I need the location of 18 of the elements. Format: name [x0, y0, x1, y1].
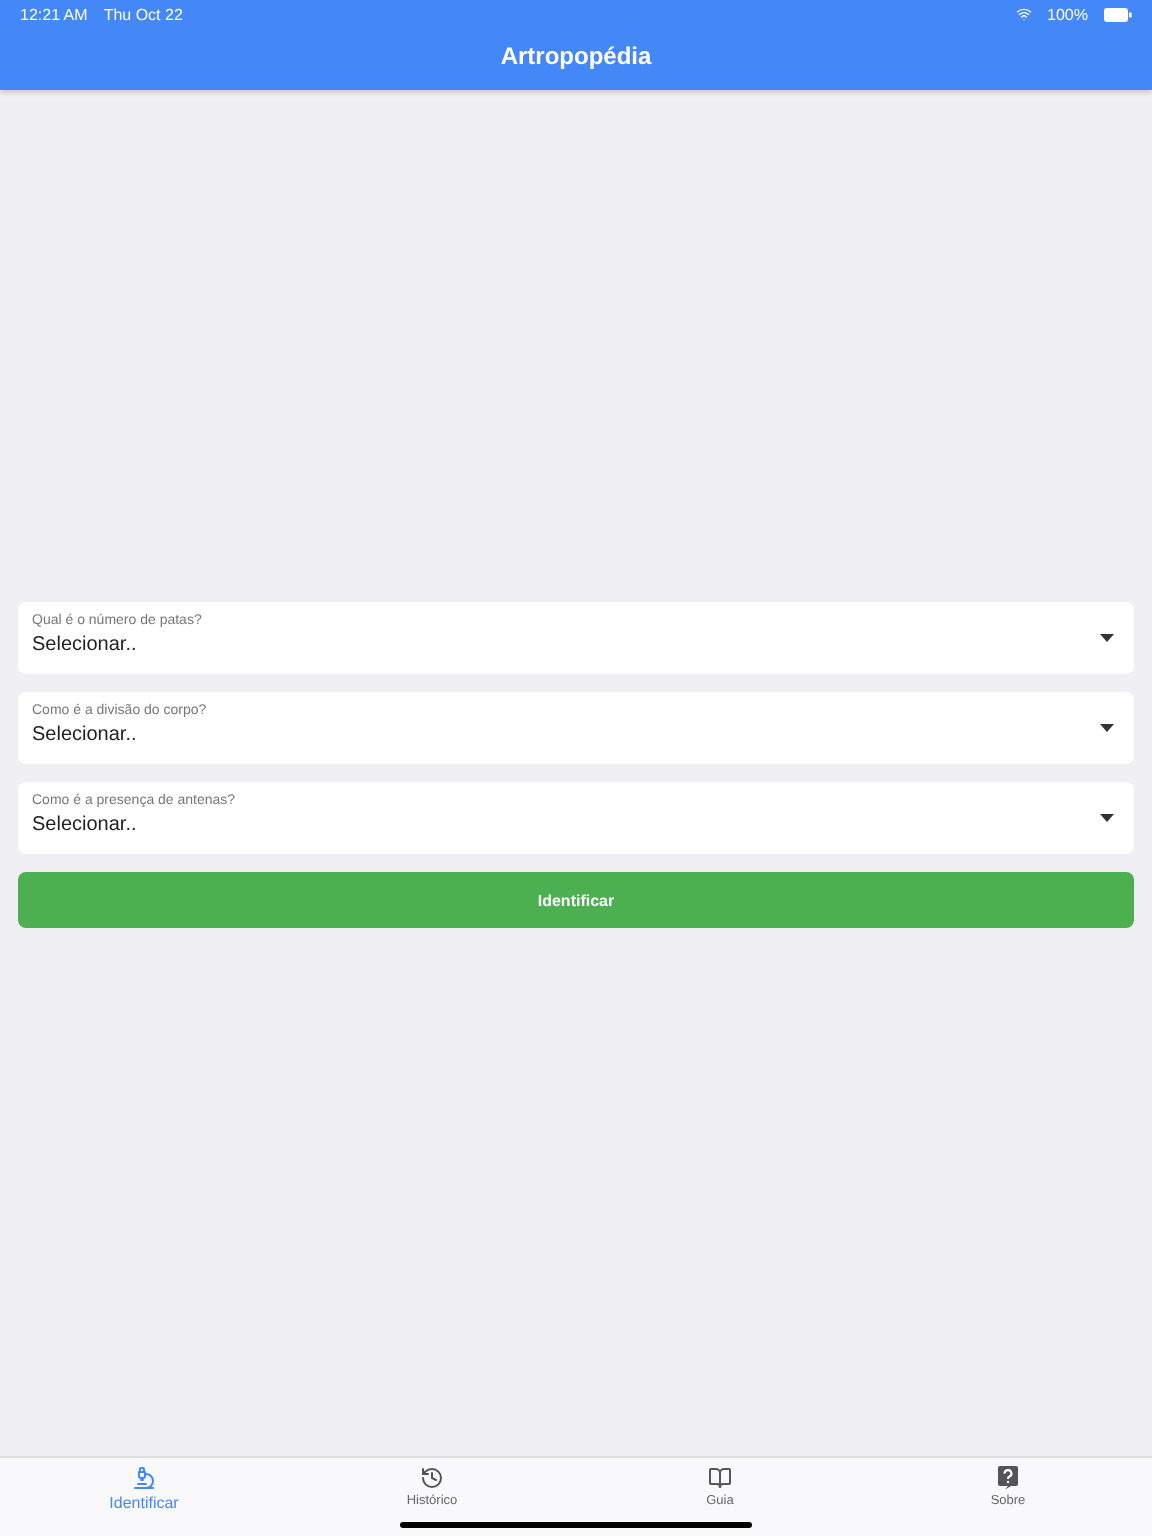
tab-label: Identificar [109, 1494, 179, 1512]
help-icon [996, 1466, 1020, 1490]
microscope-icon [132, 1466, 156, 1490]
field-placeholder: Selecionar.. [32, 724, 137, 746]
dropdown-caret-icon [1100, 724, 1114, 732]
dropdown-caret-icon [1100, 634, 1114, 642]
battery-icon [1104, 7, 1132, 21]
history-icon [420, 1466, 444, 1490]
wifi-icon [1015, 6, 1032, 22]
app-title: Artropopédia [500, 42, 652, 70]
tab-item[interactable]: Identificar [0, 1458, 288, 1536]
book-icon [708, 1466, 732, 1490]
status-time: 12:21 AM [20, 5, 88, 23]
status-date: Thu Oct 22 [103, 5, 183, 23]
field-placeholder: Selecionar.. [32, 634, 137, 656]
dropdown-caret-icon [1100, 814, 1114, 822]
battery-level: 100% [1047, 5, 1088, 23]
field-placeholder: Selecionar.. [32, 814, 137, 836]
